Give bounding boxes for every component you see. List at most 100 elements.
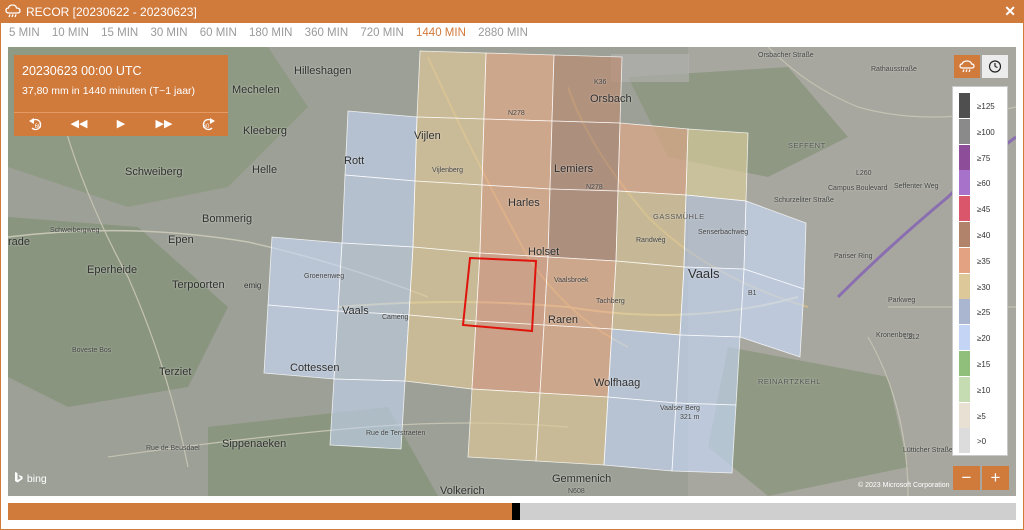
- play-button[interactable]: ▶: [110, 116, 132, 133]
- map-label-holset: Holset: [528, 246, 560, 258]
- legend-label: ≥100: [977, 127, 995, 137]
- legend-swatch: [959, 376, 970, 402]
- map-road-k36: K36: [594, 79, 607, 86]
- tab-180-min[interactable]: 180 MIN: [249, 27, 292, 39]
- legend-label: ≥10: [977, 385, 991, 395]
- bing-logo: bing: [14, 472, 47, 485]
- map-road-lutticher: Lütticher Straße: [903, 447, 953, 454]
- legend-label: ≥15: [977, 360, 991, 369]
- legend-label: ≥45: [977, 205, 991, 215]
- map-label-rade: rade: [8, 236, 31, 248]
- map-road-campus-boulevard: Campus Boulevard: [828, 185, 888, 192]
- legend-label: ≥5: [977, 411, 986, 421]
- timeline-handle[interactable]: [512, 503, 520, 520]
- tab-720-min[interactable]: 720 MIN: [360, 27, 403, 39]
- svg-text:60: 60: [35, 124, 42, 130]
- map-label-eperheide: Eperheide: [87, 264, 138, 276]
- map-label-epen: Epen: [168, 234, 194, 246]
- fast-forward-button[interactable]: ▶▶: [153, 116, 175, 133]
- legend-label: ≥20: [977, 334, 991, 344]
- map-label-vaals-town: Vaals: [688, 266, 720, 281]
- map-road-boveste-bos: Boveste Bos: [72, 347, 112, 354]
- map-label-gemmenich: Gemmenich: [552, 473, 612, 485]
- tab-2880-min[interactable]: 2880 MIN: [478, 27, 528, 39]
- legend-label: ≥35: [977, 256, 991, 266]
- map-road-vijlenberg: Vijlenberg: [432, 167, 464, 174]
- legend-label: ≥40: [977, 231, 991, 240]
- map-district-seffent: SEFFENT: [788, 141, 826, 150]
- map-label-schweiberg: Schweiberg: [125, 166, 183, 178]
- legend-swatch: [959, 402, 970, 428]
- map-label-terpoorten: Terpoorten: [172, 279, 225, 291]
- timeline-progress: [8, 503, 512, 520]
- map-road-tachberg: Tachberg: [596, 298, 625, 305]
- tab-5-min[interactable]: 5 MIN: [9, 27, 40, 39]
- zoom-in-button[interactable]: +: [982, 466, 1009, 490]
- map-label-volkerich: Volkerich: [440, 485, 485, 496]
- rewind-60-icon: 60: [29, 118, 42, 131]
- legend-swatch: [959, 93, 970, 118]
- tab-15-min[interactable]: 15 MIN: [101, 27, 138, 39]
- map-label-harles: Harles: [508, 197, 540, 209]
- title-bar: RECOR [20230622 - 20230623] ✕: [0, 0, 1024, 23]
- rainfall-amount-label: 37,80 mm in 1440 minuten (T~1 jaar): [22, 85, 196, 97]
- map-road-randweg: Randwég: [636, 237, 666, 244]
- legend-swatch: [959, 351, 970, 376]
- legend-swatch: [959, 299, 970, 325]
- legend-label: ≥30: [977, 282, 991, 292]
- legend-swatch: [959, 196, 970, 222]
- tab-10-min[interactable]: 10 MIN: [52, 27, 89, 39]
- legend-swatch: [959, 247, 970, 273]
- rain-cloud-icon: [959, 60, 975, 73]
- legend-label: >0: [977, 437, 987, 447]
- map-district-gassmuhle: GASSMÜHLE: [653, 212, 705, 221]
- map-label-kleeberg: Kleeberg: [243, 125, 288, 137]
- map-road-orsbacher: Orsbacher Straße: [758, 52, 814, 59]
- bing-label: bing: [26, 473, 47, 485]
- tab-60-min[interactable]: 60 MIN: [200, 27, 237, 39]
- interval-tabs: 5 MIN 10 MIN 15 MIN 30 MIN 60 MIN 180 MI…: [9, 27, 537, 41]
- legend-swatch: [959, 118, 970, 144]
- map-label-orsbach: Orsbach: [590, 93, 632, 105]
- map-label-cottessen: Cottessen: [290, 362, 340, 374]
- map-road-n278-a: N278: [508, 110, 525, 117]
- map-label-vaals-left: Vaals: [342, 305, 369, 317]
- window-title: RECOR [20230622 - 20230623]: [26, 5, 197, 19]
- legend-swatch: [959, 325, 970, 351]
- map-label-mechelen: Mechelen: [232, 84, 280, 96]
- map-label-bommerig: Bommerig: [202, 213, 253, 225]
- map-road-b1: B1: [748, 290, 757, 297]
- zoom-out-button[interactable]: −: [953, 466, 980, 490]
- time-button[interactable]: [982, 55, 1008, 78]
- map-label-sippenaeken: Sippenaeken: [222, 438, 287, 450]
- legend-label: ≥125: [977, 102, 995, 111]
- map-road-camerig: Camerig: [382, 314, 409, 321]
- map-road-terstraeten: Rue de Terstraeten: [366, 430, 426, 437]
- bing-icon: [15, 472, 23, 483]
- map-road-senserbachweg: Senserbachweg: [698, 229, 749, 236]
- close-button[interactable]: ✕: [1004, 3, 1016, 20]
- tab-360-min[interactable]: 360 MIN: [305, 27, 348, 39]
- svg-text:60: 60: [203, 124, 210, 130]
- timeline-slider[interactable]: [8, 503, 1016, 520]
- map-road-schurzeliter: Schurzeliter Straße: [774, 197, 834, 204]
- rain-layer-button[interactable]: [954, 55, 980, 78]
- rewind-button[interactable]: ◀◀: [68, 116, 90, 133]
- forward-60-icon: 60: [203, 118, 215, 131]
- map-road-n278-b: N278: [586, 184, 603, 191]
- map-label-terziet: Terziet: [159, 366, 192, 378]
- map-label-wolfhaag: Wolfhaag: [594, 377, 641, 389]
- tab-30-min[interactable]: 30 MIN: [150, 27, 187, 39]
- forward-60-button[interactable]: 60: [196, 116, 218, 133]
- rain-cloud-icon: [5, 4, 21, 18]
- legend-label: ≥25: [977, 308, 991, 318]
- legend-swatch: [959, 144, 970, 170]
- tab-1440-min[interactable]: 1440 MIN: [416, 27, 466, 39]
- legend-swatch: [959, 222, 970, 247]
- map-road-schweibergweg: Schweibergweg: [50, 227, 100, 234]
- back-60-button[interactable]: 60: [26, 116, 48, 133]
- map-road-groenenweg: Groenenweg: [304, 273, 345, 280]
- map-label-raren: Raren: [548, 314, 578, 326]
- map-road-parkweg: Parkweg: [888, 297, 916, 304]
- map-road-seffenter-weg: Seffenter Weg: [894, 183, 939, 190]
